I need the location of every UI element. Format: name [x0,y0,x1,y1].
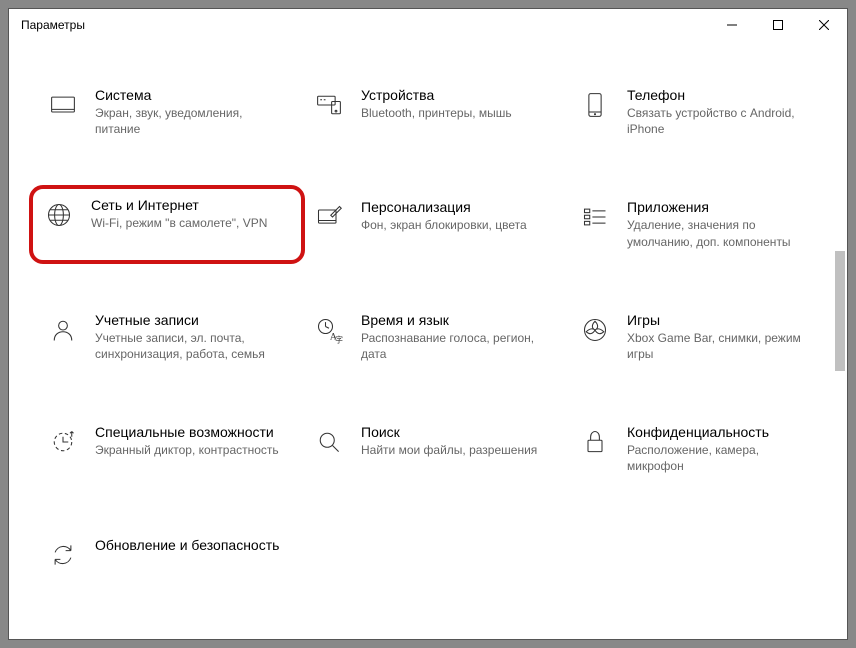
apps-icon [579,201,611,233]
category-title: Система [95,87,287,103]
category-desc: Расположение, камера, микрофон [627,442,819,474]
phone-icon [579,89,611,121]
maximize-button[interactable] [755,9,801,41]
minimize-button[interactable] [709,9,755,41]
category-privacy[interactable]: Конфиденциальность Расположение, камера,… [571,418,827,480]
categories-grid: Система Экран, звук, уведомления, питани… [39,81,827,577]
time-language-icon: A字 [313,314,345,346]
personalization-icon [313,201,345,233]
svg-text:字: 字 [335,334,343,344]
category-desc: Найти мои файлы, разрешения [361,442,537,458]
category-title: Обновление и безопасность [95,537,279,553]
category-title: Поиск [361,424,537,440]
close-button[interactable] [801,9,847,41]
privacy-icon [579,426,611,458]
window-title: Параметры [21,18,85,32]
category-title: Специальные возможности [95,424,279,440]
category-desc: Экран, звук, уведомления, питание [95,105,287,137]
category-desc: Распознавание голоса, регион, дата [361,330,553,362]
category-title: Сеть и Интернет [91,197,267,213]
category-personalization[interactable]: Персонализация Фон, экран блокировки, цв… [305,193,561,255]
category-desc: Связать устройство с Android, iPhone [627,105,819,137]
category-apps[interactable]: Приложения Удаление, значения по умолчан… [571,193,827,255]
category-search[interactable]: Поиск Найти мои файлы, разрешения [305,418,561,480]
search-icon [313,426,345,458]
category-accounts[interactable]: Учетные записи Учетные записи, эл. почта… [39,306,295,368]
category-system[interactable]: Система Экран, звук, уведомления, питани… [39,81,295,143]
category-title: Игры [627,312,819,328]
scrollbar[interactable] [833,251,847,639]
accounts-icon [47,314,79,346]
titlebar: Параметры [9,9,847,41]
category-desc: Фон, экран блокировки, цвета [361,217,527,233]
category-title: Время и язык [361,312,553,328]
window-controls [709,9,847,41]
settings-window: Параметры Система Экран, звук, уведо [8,8,848,640]
category-desc: Удаление, значения по умолчанию, доп. ко… [627,217,819,249]
category-gaming[interactable]: Игры Xbox Game Bar, снимки, режим игры [571,306,827,368]
category-desc: Bluetooth, принтеры, мышь [361,105,512,121]
category-desc: Учетные записи, эл. почта, синхронизация… [95,330,287,362]
category-title: Учетные записи [95,312,287,328]
devices-icon [313,89,345,121]
category-title: Приложения [627,199,819,215]
category-title: Персонализация [361,199,527,215]
category-phone[interactable]: Телефон Связать устройство с Android, iP… [571,81,827,143]
category-title: Конфиденциальность [627,424,819,440]
gaming-icon [579,314,611,346]
accessibility-icon [47,426,79,458]
update-icon [47,539,79,571]
category-accessibility[interactable]: Специальные возможности Экранный диктор,… [39,418,295,480]
category-time-language[interactable]: A字 Время и язык Распознавание голоса, ре… [305,306,561,368]
network-icon [43,199,75,231]
category-network[interactable]: Сеть и Интернет Wi-Fi, режим "в самолете… [29,185,305,263]
category-desc: Экранный диктор, контрастность [95,442,279,458]
system-icon [47,89,79,121]
category-desc: Xbox Game Bar, снимки, режим игры [627,330,819,362]
category-title: Устройства [361,87,512,103]
category-title: Телефон [627,87,819,103]
category-update[interactable]: Обновление и безопасность [39,531,295,577]
category-desc: Wi-Fi, режим "в самолете", VPN [91,215,267,231]
scrollbar-thumb[interactable] [835,251,845,371]
content-area: Система Экран, звук, уведомления, питани… [9,41,847,639]
category-devices[interactable]: Устройства Bluetooth, принтеры, мышь [305,81,561,143]
